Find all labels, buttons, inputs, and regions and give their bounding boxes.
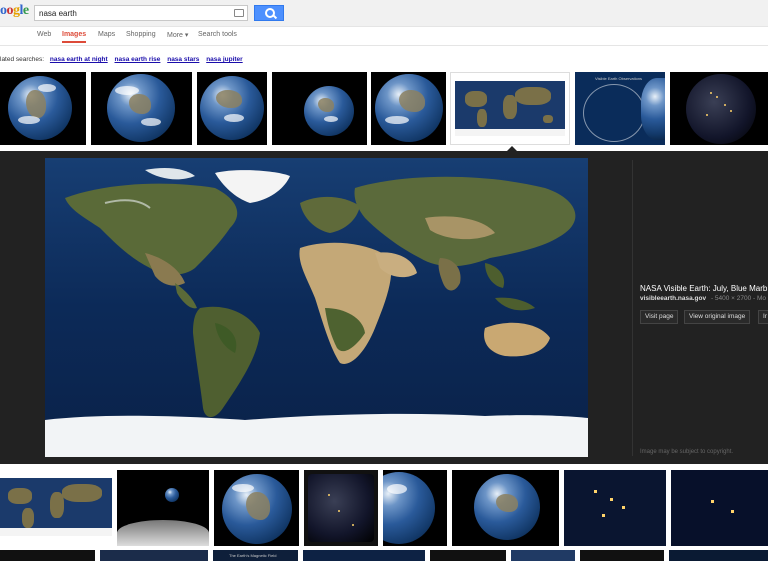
image-thumbnail[interactable]: [197, 72, 267, 145]
image-thumbnail[interactable]: [564, 470, 666, 546]
related-link[interactable]: nasa jupiter: [206, 56, 242, 63]
tab-images[interactable]: Images: [62, 31, 87, 43]
related-link[interactable]: nasa stars: [167, 56, 199, 63]
image-thumbnail[interactable]: [100, 550, 208, 561]
copyright-notice: Image may be subject to copyright.: [640, 449, 734, 455]
preview-divider: [632, 160, 633, 456]
visit-page-button[interactable]: Visit page: [640, 310, 679, 324]
image-thumbnail[interactable]: [371, 72, 446, 145]
image-thumbnail[interactable]: [304, 470, 378, 546]
preview-source: visibleearth.nasa.gov - 5400 × 2700 - Mo: [640, 295, 766, 302]
tab-more[interactable]: More ▾: [167, 31, 188, 39]
tab-maps[interactable]: Maps: [98, 31, 115, 38]
image-thumbnail[interactable]: [91, 72, 192, 145]
image-thumbnail[interactable]: [511, 550, 575, 561]
tab-web[interactable]: Web: [37, 31, 51, 38]
image-thumbnail[interactable]: [670, 72, 768, 145]
image-thumbnail[interactable]: [272, 72, 367, 145]
top-bar: oogle: [0, 0, 768, 27]
image-thumbnail[interactable]: [452, 470, 559, 546]
image-thumbnail[interactable]: [671, 470, 768, 546]
image-thumbnail[interactable]: [383, 470, 447, 546]
image-thumbnail[interactable]: [303, 550, 425, 561]
image-thumbnail[interactable]: [214, 470, 299, 546]
image-details-button[interactable]: Ir: [758, 310, 768, 324]
related-searches: lated searches: nasa earth at night nasa…: [0, 56, 248, 63]
search-button[interactable]: [254, 5, 284, 21]
image-thumbnail[interactable]: [0, 72, 86, 145]
preview-site[interactable]: visibleearth.nasa.gov: [640, 295, 706, 302]
image-thumbnail[interactable]: [430, 550, 506, 561]
thumbnail-caption: Visible Earth Observations: [595, 76, 643, 81]
thumbnail-caption: The Earth's Magnetic Field: [229, 553, 277, 558]
related-link[interactable]: nasa earth rise: [115, 56, 161, 63]
image-thumbnail[interactable]: [669, 550, 768, 561]
image-thumbnail-selected[interactable]: [450, 72, 570, 145]
image-thumbnail[interactable]: Visible Earth Observations: [575, 72, 665, 145]
google-logo[interactable]: oogle: [0, 3, 29, 19]
preview-title[interactable]: NASA Visible Earth: July, Blue Marb: [640, 284, 767, 293]
tab-search-tools[interactable]: Search tools: [198, 31, 237, 38]
keyboard-icon[interactable]: [234, 9, 244, 17]
image-thumbnail[interactable]: [580, 550, 664, 561]
search-input[interactable]: [39, 7, 229, 19]
image-thumbnail[interactable]: [117, 470, 209, 546]
preview-size: - 5400 × 2700 - Mo: [710, 295, 767, 302]
search-nav: Web Images Maps Shopping More ▾ Search t…: [0, 27, 768, 46]
related-link[interactable]: nasa earth at night: [50, 56, 108, 63]
related-searches-label: lated searches:: [0, 56, 45, 63]
image-thumbnail[interactable]: The Earth's Magnetic Field: [213, 550, 298, 561]
preview-image[interactable]: [45, 158, 588, 457]
search-box[interactable]: [34, 5, 248, 21]
image-thumbnail[interactable]: [0, 550, 95, 561]
image-thumbnail[interactable]: [0, 470, 112, 546]
tab-shopping[interactable]: Shopping: [126, 31, 156, 38]
view-original-button[interactable]: View original image: [684, 310, 751, 324]
